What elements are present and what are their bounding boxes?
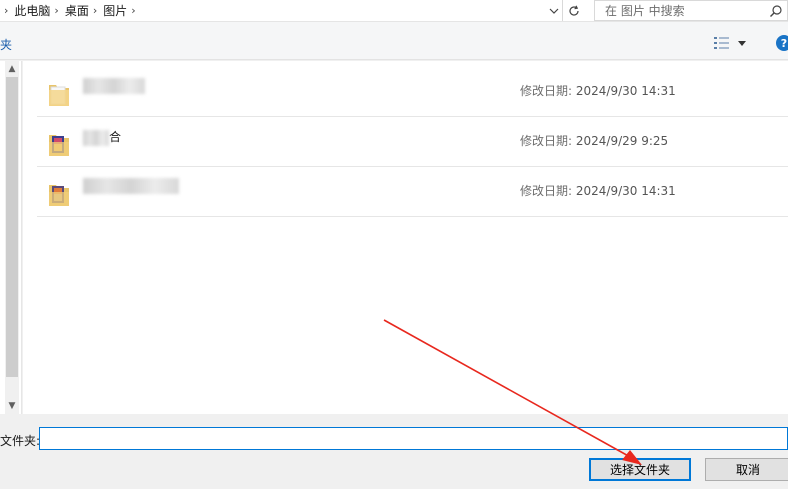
breadcrumb-separator: › xyxy=(4,4,9,17)
breadcrumb-item-this-pc[interactable]: 此电脑 xyxy=(14,2,52,19)
search-icon[interactable] xyxy=(769,4,783,18)
list-item[interactable]: 合 修改日期: 2024/9/29 9:25 xyxy=(37,117,788,167)
list-item[interactable]: 修改日期: 2024/9/30 14:31 xyxy=(37,67,788,117)
scroll-up-icon[interactable]: ▲ xyxy=(7,64,17,74)
address-row: › 此电脑 › 桌面 › 图片 › xyxy=(0,0,788,22)
folder-label: 文件夹: xyxy=(0,434,41,448)
list-item[interactable]: 修改日期: 2024/9/30 14:31 xyxy=(37,167,788,217)
file-list: 修改日期: 2024/9/30 14:31 合 修改日期: 2024/9/29 … xyxy=(23,61,788,414)
help-button[interactable]: ? xyxy=(776,35,788,51)
search-box[interactable] xyxy=(594,0,788,21)
file-name xyxy=(83,78,145,94)
breadcrumb-separator[interactable]: › xyxy=(52,4,64,17)
modified-date: 修改日期: 2024/9/30 14:31 xyxy=(520,184,676,198)
chevron-down-icon[interactable] xyxy=(546,2,562,19)
blurred-name xyxy=(83,78,145,94)
folder-icon xyxy=(49,85,69,106)
blurred-name xyxy=(83,129,109,146)
refresh-button[interactable] xyxy=(562,0,584,21)
dialog-footer: 文件夹: 选择文件夹 取消 xyxy=(0,414,788,489)
select-folder-button[interactable]: 选择文件夹 xyxy=(589,458,691,481)
image-folder-icon xyxy=(49,135,69,156)
image-folder-icon xyxy=(49,185,69,206)
nav-scrollbar[interactable]: ▲ ▼ xyxy=(5,61,19,414)
scroll-down-icon[interactable]: ▼ xyxy=(7,401,17,411)
details-view-icon xyxy=(714,37,729,49)
cancel-button[interactable]: 取消 xyxy=(705,458,788,481)
breadcrumb-item-pictures[interactable]: 图片 xyxy=(103,2,129,19)
refresh-icon xyxy=(568,5,579,16)
chevron-down-icon xyxy=(738,40,746,46)
breadcrumb-separator[interactable]: › xyxy=(91,4,103,17)
blurred-name xyxy=(83,178,179,194)
breadcrumb[interactable]: › 此电脑 › 桌面 › 图片 › xyxy=(0,0,562,21)
modified-date: 修改日期: 2024/9/30 14:31 xyxy=(520,84,676,98)
modified-date: 修改日期: 2024/9/29 9:25 xyxy=(520,134,669,148)
new-folder-button[interactable]: 夹 xyxy=(0,36,12,53)
file-name xyxy=(83,178,179,194)
breadcrumb-separator[interactable]: › xyxy=(129,4,141,17)
folder-name-input[interactable] xyxy=(39,427,788,450)
toolbar: 夹 ? xyxy=(0,22,788,60)
scrollbar-thumb[interactable] xyxy=(6,77,18,377)
search-input[interactable] xyxy=(605,3,755,18)
navigation-pane[interactable]: ▲ ▼ xyxy=(0,61,22,414)
view-options-button[interactable] xyxy=(714,35,750,51)
file-name: 合 xyxy=(83,128,121,146)
breadcrumb-item-desktop[interactable]: 桌面 xyxy=(65,2,91,19)
